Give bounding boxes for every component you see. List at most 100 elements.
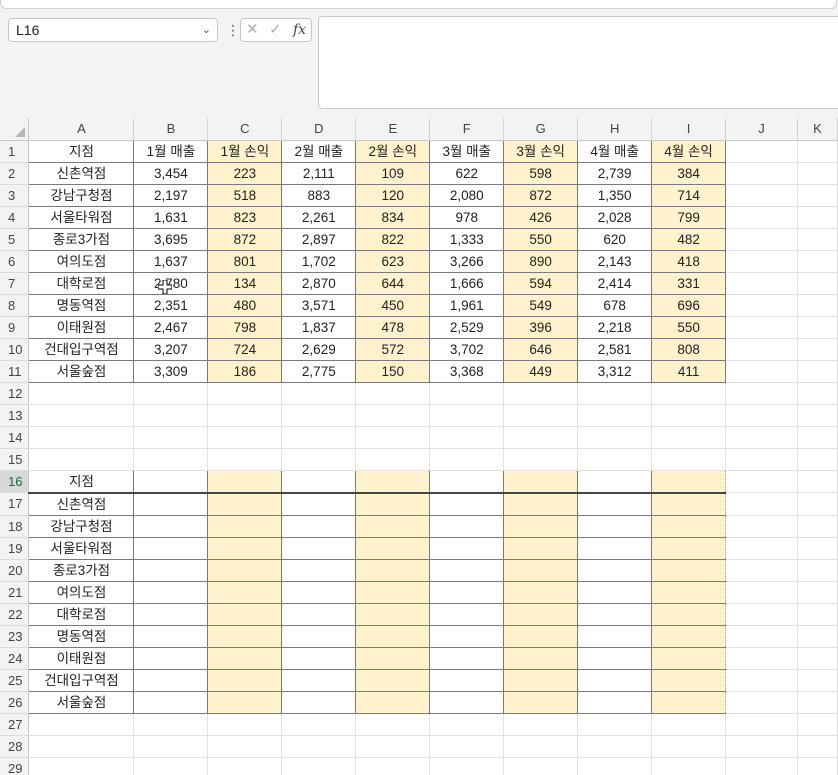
cell[interactable]: 신촌역점 — [28, 161, 135, 185]
cell[interactable]: 594 — [503, 271, 579, 295]
cell[interactable] — [577, 668, 653, 692]
cell[interactable] — [577, 514, 653, 538]
row-header[interactable]: 22 — [0, 603, 30, 626]
cell[interactable] — [207, 624, 283, 648]
cell[interactable] — [651, 735, 727, 758]
cell[interactable] — [725, 206, 798, 229]
cell[interactable]: 건대입구역점 — [28, 337, 135, 361]
cell[interactable] — [725, 735, 798, 758]
cell[interactable] — [355, 757, 431, 775]
cell[interactable] — [429, 558, 505, 582]
cell[interactable] — [797, 691, 838, 714]
cell[interactable] — [725, 272, 798, 295]
cell[interactable]: 4월 손익 — [651, 139, 727, 163]
cell[interactable]: 411 — [651, 359, 727, 383]
cell[interactable] — [577, 536, 653, 560]
column-header[interactable]: H — [577, 118, 653, 141]
cell[interactable]: 834 — [355, 205, 431, 229]
cell[interactable] — [281, 580, 357, 604]
cell[interactable] — [281, 713, 357, 736]
cell[interactable]: 418 — [651, 249, 727, 273]
cell[interactable]: 808 — [651, 337, 727, 361]
cell[interactable]: 2,261 — [281, 205, 357, 229]
cell[interactable] — [207, 713, 283, 736]
cell[interactable] — [429, 382, 505, 405]
select-all-corner[interactable] — [0, 118, 30, 141]
row-header[interactable]: 27 — [0, 713, 30, 736]
cell[interactable] — [577, 558, 653, 582]
cell[interactable] — [651, 448, 727, 471]
cell[interactable] — [207, 448, 283, 471]
row-header[interactable]: 28 — [0, 735, 30, 758]
cell[interactable]: 572 — [355, 337, 431, 361]
row-header[interactable]: 17 — [0, 492, 30, 516]
row-header[interactable]: 7 — [0, 272, 30, 295]
cell[interactable] — [355, 514, 431, 538]
column-header[interactable]: F — [429, 118, 505, 141]
cell[interactable]: 426 — [503, 205, 579, 229]
cell[interactable] — [725, 338, 798, 361]
cell[interactable]: 2월 매출 — [281, 139, 357, 163]
cell[interactable] — [577, 448, 653, 471]
cell[interactable] — [355, 382, 431, 405]
cell[interactable] — [577, 624, 653, 648]
cell[interactable] — [651, 492, 727, 516]
cell[interactable] — [281, 757, 357, 775]
cell[interactable]: 1,350 — [577, 183, 653, 207]
cell[interactable]: 678 — [577, 293, 653, 317]
cell[interactable]: 482 — [651, 227, 727, 251]
cell[interactable]: 1월 매출 — [133, 139, 209, 163]
enter-icon[interactable]: ✓ — [269, 20, 282, 40]
cell[interactable] — [577, 690, 653, 714]
cell[interactable] — [207, 492, 283, 516]
cell[interactable] — [503, 602, 579, 626]
cell[interactable] — [355, 404, 431, 427]
cell[interactable] — [133, 382, 209, 405]
cell[interactable] — [207, 469, 283, 494]
cell[interactable] — [429, 448, 505, 471]
cell[interactable]: 2,897 — [281, 227, 357, 251]
cell[interactable]: 2,080 — [429, 183, 505, 207]
cell[interactable]: 223 — [207, 161, 283, 185]
cell[interactable] — [207, 735, 283, 758]
cell[interactable] — [651, 469, 727, 494]
cell[interactable] — [797, 581, 838, 604]
cell[interactable] — [725, 162, 798, 185]
cell[interactable] — [503, 713, 579, 736]
cell[interactable]: 서울타워점 — [28, 536, 135, 560]
cell[interactable] — [429, 602, 505, 626]
cell[interactable] — [797, 184, 838, 207]
cell[interactable] — [797, 713, 838, 736]
cell[interactable] — [207, 558, 283, 582]
cell[interactable] — [503, 757, 579, 775]
cell[interactable] — [429, 735, 505, 758]
cell[interactable] — [133, 492, 209, 516]
cell[interactable]: 3,312 — [577, 359, 653, 383]
row-header[interactable]: 23 — [0, 625, 30, 648]
cell[interactable]: 186 — [207, 359, 283, 383]
cell[interactable] — [133, 757, 209, 775]
cell[interactable] — [797, 272, 838, 295]
cell[interactable]: 대학로점 — [28, 602, 135, 626]
cell[interactable] — [797, 470, 838, 493]
cell[interactable]: 대학로점 — [28, 271, 135, 295]
cell[interactable]: 384 — [651, 161, 727, 185]
cell[interactable]: 3,702 — [429, 337, 505, 361]
cell[interactable] — [797, 426, 838, 449]
cell[interactable] — [355, 536, 431, 560]
cell[interactable] — [651, 514, 727, 538]
cell[interactable] — [797, 757, 838, 775]
row-header[interactable]: 21 — [0, 581, 30, 604]
cell[interactable] — [281, 492, 357, 516]
cell[interactable] — [429, 426, 505, 449]
cell[interactable]: 1,333 — [429, 227, 505, 251]
cell[interactable] — [651, 558, 727, 582]
cell[interactable] — [207, 580, 283, 604]
cell[interactable] — [355, 713, 431, 736]
cell[interactable] — [133, 426, 209, 449]
cell[interactable] — [503, 580, 579, 604]
row-header[interactable]: 6 — [0, 250, 30, 273]
cell[interactable]: 872 — [207, 227, 283, 251]
cell[interactable]: 2,028 — [577, 205, 653, 229]
cell[interactable] — [797, 537, 838, 560]
